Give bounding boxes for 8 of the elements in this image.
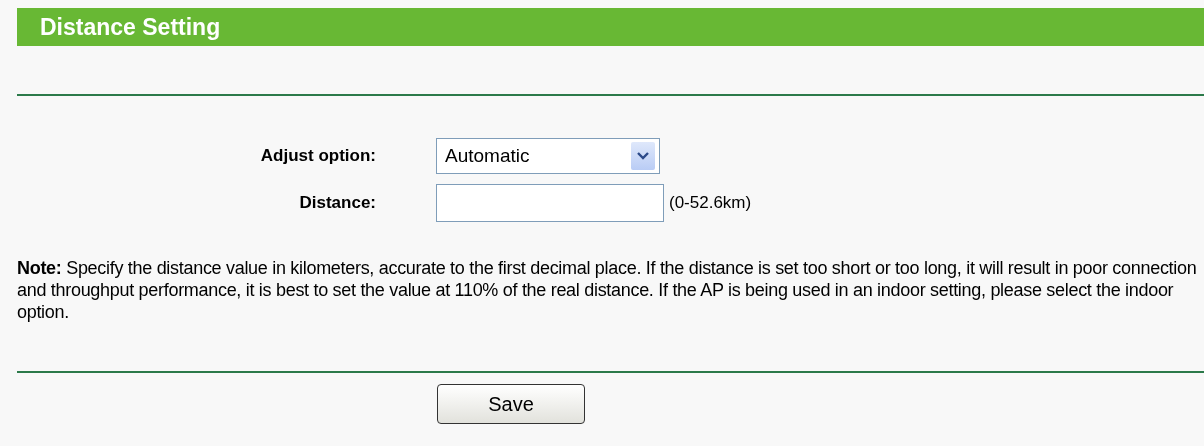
page-title: Distance Setting	[40, 13, 221, 41]
field-label: Adjust option:	[259, 146, 376, 166]
adjust-option-dropdown[interactable]: Automatic	[436, 138, 660, 174]
unit-range-text: (0-52.6km)	[669, 193, 752, 213]
save-button[interactable]: Save	[437, 384, 585, 424]
note-text: Note: Specify the distance value in kilometers, accurate to the first decimal place. If the distance is set too short or too long, it will result in poor connection and throughput performance, it is best to set the value at 110% of the real distance. If the AP is being used in an indoor setting, please select the indoor option.	[17, 257, 1198, 323]
distance-input-field[interactable]	[436, 184, 664, 222]
field-label: Distance:	[298, 193, 376, 213]
